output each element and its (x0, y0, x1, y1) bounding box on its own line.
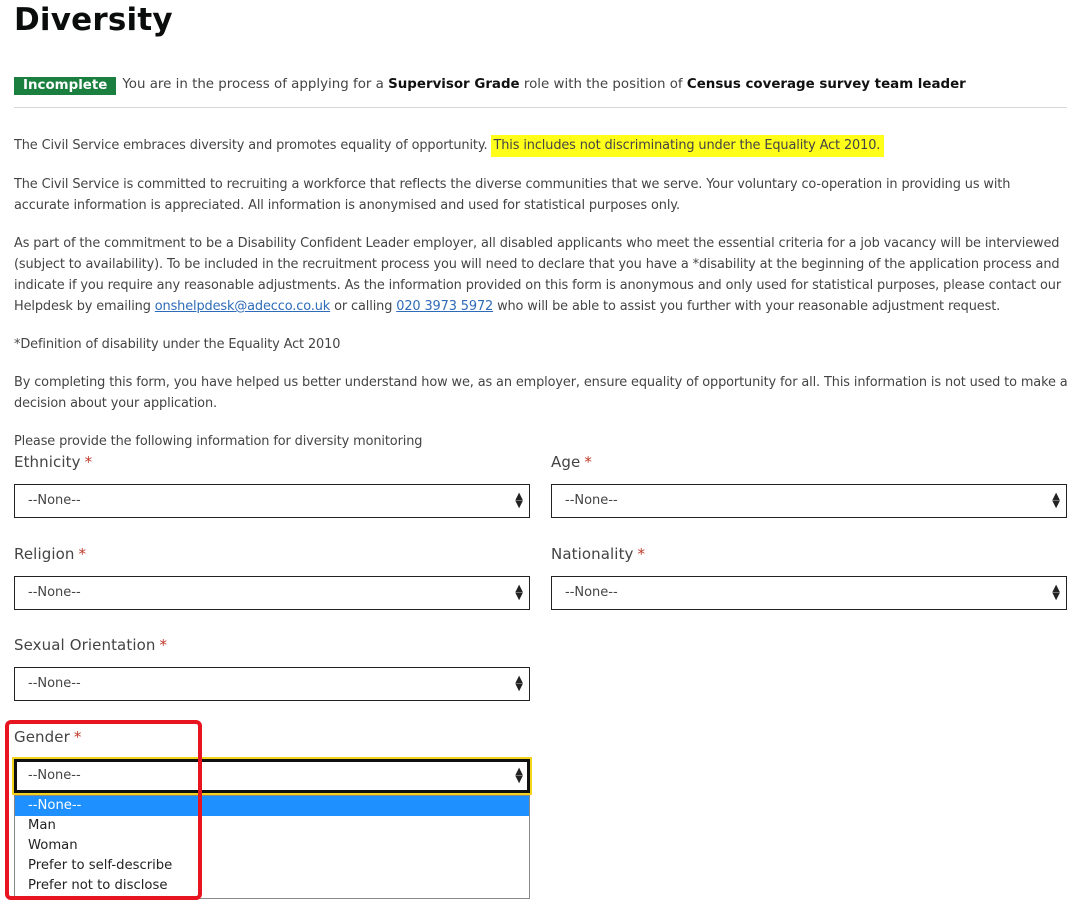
age-select-value: --None-- (565, 493, 618, 508)
gender-options-list: --None-- Man Woman Prefer to self-descri… (14, 795, 530, 899)
required-asterisk: * (637, 545, 646, 563)
gender-option-not-disclose[interactable]: Prefer not to disclose (15, 876, 529, 896)
nationality-label-text: Nationality (551, 545, 634, 563)
religion-select[interactable]: --None-- ▲ ▼ (14, 576, 530, 610)
intro-p3-end: who will be able to assist you further w… (493, 299, 1001, 314)
age-label-text: Age (551, 453, 581, 471)
select-arrows-icon: ▲ ▼ (1052, 583, 1060, 602)
disability-definition-note: *Definition of disability under the Equa… (14, 337, 341, 352)
gender-option-self-describe[interactable]: Prefer to self-describe (15, 856, 529, 876)
status-badge: Incomplete (14, 77, 117, 95)
select-arrows-icon: ▲ ▼ (515, 766, 523, 785)
status-grade: Supervisor Grade (388, 77, 520, 92)
age-label: Age * (551, 453, 592, 471)
gender-option-woman[interactable]: Woman (15, 836, 529, 856)
application-status-row: Incomplete You are in the process of appl… (14, 77, 1067, 108)
select-arrows-icon: ▲ ▼ (515, 491, 523, 510)
sexual-orientation-select-value: --None-- (28, 676, 81, 691)
religion-label: Religion * (14, 545, 86, 563)
intro-p1-highlight: This includes not discriminating under t… (491, 135, 885, 157)
intro-p3-mid: or calling (330, 299, 397, 314)
select-arrows-icon: ▲ ▼ (515, 674, 523, 693)
intro-paragraph-5: By completing this form, you have helped… (14, 375, 1068, 411)
required-asterisk: * (584, 453, 592, 471)
gender-select-value: --None-- (28, 768, 81, 783)
ethnicity-label-text: Ethnicity (14, 453, 81, 471)
ethnicity-select-value: --None-- (28, 493, 81, 508)
select-arrows-icon: ▲ ▼ (515, 583, 523, 602)
gender-option-man[interactable]: Man (15, 816, 529, 836)
required-asterisk: * (159, 636, 168, 654)
nationality-select-value: --None-- (565, 585, 618, 600)
status-text-1: You are in the process of applying for a (122, 77, 389, 92)
religion-select-value: --None-- (28, 585, 81, 600)
intro-paragraph-1: The Civil Service embraces diversity and… (14, 135, 1069, 157)
required-asterisk: * (73, 728, 82, 746)
sexual-orientation-select[interactable]: --None-- ▲ ▼ (14, 667, 530, 701)
ethnicity-select[interactable]: --None-- ▲ ▼ (14, 484, 530, 518)
nationality-select[interactable]: --None-- ▲ ▼ (551, 576, 1067, 610)
gender-option-none[interactable]: --None-- (15, 796, 529, 816)
intro-paragraph-3: As part of the commitment to be a Disabi… (14, 233, 1069, 317)
helpdesk-email-link[interactable]: onshelpdesk@adecco.co.uk (155, 299, 330, 314)
intro-paragraph-2: The Civil Service is committed to recrui… (14, 177, 1011, 213)
sexual-orientation-label-text: Sexual Orientation (14, 636, 156, 654)
page-title: Diversity (14, 2, 173, 38)
status-text-2: role with the position of (519, 77, 687, 92)
helpdesk-phone-link[interactable]: 020 3973 5972 (396, 299, 493, 314)
gender-label-text: Gender (14, 728, 70, 746)
sexual-orientation-label: Sexual Orientation * (14, 636, 167, 654)
select-arrows-icon: ▲ ▼ (1052, 491, 1060, 510)
monitoring-instructions: Please provide the following information… (14, 434, 423, 449)
religion-label-text: Religion (14, 545, 75, 563)
gender-select[interactable]: --None-- ▲ ▼ (14, 759, 530, 793)
nationality-label: Nationality * (551, 545, 645, 563)
age-select[interactable]: --None-- ▲ ▼ (551, 484, 1067, 518)
ethnicity-label: Ethnicity * (14, 453, 92, 471)
intro-p1-text: The Civil Service embraces diversity and… (14, 138, 488, 153)
gender-label: Gender * (14, 728, 82, 746)
required-asterisk: * (78, 545, 87, 563)
status-position: Census coverage survey team leader (686, 77, 966, 92)
required-asterisk: * (84, 453, 93, 471)
